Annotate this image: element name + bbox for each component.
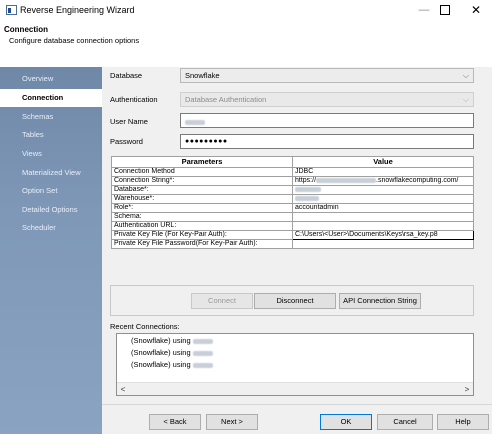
param-name: Role*:	[111, 203, 293, 213]
chevron-down-icon: ⌵	[462, 95, 469, 104]
api-connection-string-button[interactable]: API Connection String	[339, 293, 421, 309]
param-name: Database*:	[111, 185, 293, 195]
param-value[interactable]: C:\Users\<User>\Documents\Keys\rsa_key.p…	[292, 230, 474, 240]
param-value[interactable]	[292, 185, 474, 195]
table-row[interactable]: Connection String*: https://.snowflakeco…	[111, 176, 474, 186]
title-bar: Reverse Engineering Wizard — ✕	[0, 0, 492, 22]
sidebar-item-materialized-view[interactable]: Materialized View	[0, 164, 102, 182]
database-select[interactable]: Snowflake ⌵	[180, 68, 474, 83]
param-name: Connection String*:	[111, 176, 293, 186]
param-value[interactable]: JDBC	[292, 167, 474, 177]
sidebar-item-detailed-options[interactable]: Detailed Options	[0, 201, 102, 219]
password-label: Password	[110, 137, 143, 146]
list-item[interactable]: (Snowflake) using	[131, 348, 213, 357]
table-row[interactable]: Role*: accountadmin	[111, 203, 474, 213]
param-name: Schema:	[111, 212, 293, 222]
footer-divider	[102, 404, 492, 405]
sidebar-item-connection[interactable]: Connection	[0, 89, 102, 107]
help-button[interactable]: Help	[437, 414, 489, 430]
sidebar-item-tables[interactable]: Tables	[0, 126, 102, 144]
scroll-right-icon[interactable]: >	[461, 383, 473, 396]
table-row[interactable]: Connection Method JDBC	[111, 167, 474, 177]
param-value[interactable]: https://.snowflakecomputing.com/	[292, 176, 474, 186]
table-row[interactable]: Schema:	[111, 212, 474, 222]
next-button[interactable]: Next >	[206, 414, 258, 430]
table-row[interactable]: Private Key File (For Key-Pair Auth): C:…	[111, 230, 474, 240]
sidebar-item-views[interactable]: Views	[0, 145, 102, 163]
username-label: User Name	[110, 117, 148, 126]
username-field[interactable]	[180, 113, 474, 128]
ok-button[interactable]: OK	[320, 414, 372, 430]
close-button[interactable]: ✕	[466, 2, 486, 18]
disconnect-button[interactable]: Disconnect	[254, 293, 336, 309]
redacted-text	[316, 177, 377, 183]
table-row[interactable]: Warehouse*:	[111, 194, 474, 204]
scroll-left-icon[interactable]: <	[117, 383, 129, 396]
table-row[interactable]: Database*:	[111, 185, 474, 195]
sidebar-item-schemas[interactable]: Schemas	[0, 108, 102, 126]
parameters-grid: Parameters Value Connection Method JDBC …	[111, 156, 474, 249]
param-name: Authentication URL:	[111, 221, 293, 231]
param-value[interactable]	[292, 221, 474, 231]
sidebar-item-overview[interactable]: Overview	[0, 70, 102, 88]
page-subtitle: Configure database connection options	[9, 36, 140, 45]
page-title: Connection	[4, 25, 48, 34]
param-name: Private Key File (For Key-Pair Auth):	[111, 230, 293, 240]
redacted-text	[192, 362, 213, 368]
sidebar-item-option-set[interactable]: Option Set	[0, 182, 102, 200]
app-icon	[6, 5, 17, 15]
authentication-select[interactable]: Database Authentication ⌵	[180, 92, 474, 107]
maximize-button[interactable]	[440, 5, 450, 15]
chevron-down-icon: ⌵	[462, 71, 469, 80]
param-value[interactable]	[292, 239, 474, 249]
list-item[interactable]: (Snowflake) using	[131, 336, 213, 345]
header-parameters: Parameters	[111, 156, 293, 168]
redacted-text	[192, 338, 213, 344]
window-title: Reverse Engineering Wizard	[20, 5, 135, 15]
connect-button[interactable]: Connect	[191, 293, 253, 309]
database-label: Database	[110, 71, 143, 80]
wizard-sidebar: Overview Connection Schemas Tables Views…	[0, 67, 102, 434]
table-row[interactable]: Private Key File Password(For Key-Pair A…	[111, 239, 474, 249]
param-value[interactable]	[292, 212, 474, 222]
recent-connections-label: Recent Connections:	[110, 322, 180, 331]
back-button[interactable]: < Back	[149, 414, 201, 430]
param-name: Private Key File Password(For Key-Pair A…	[111, 239, 293, 249]
redacted-text	[295, 195, 319, 201]
param-name: Connection Method	[111, 167, 293, 177]
grid-header: Parameters Value	[111, 156, 474, 168]
horizontal-scrollbar[interactable]: < >	[117, 382, 473, 395]
table-row[interactable]: Authentication URL:	[111, 221, 474, 231]
redacted-text	[192, 350, 213, 356]
cancel-button[interactable]: Cancel	[377, 414, 433, 430]
password-field[interactable]: ●●●●●●●●●	[180, 134, 474, 149]
list-item[interactable]: (Snowflake) using	[131, 360, 213, 369]
database-value: Snowflake	[185, 71, 220, 80]
param-value[interactable]: accountadmin	[292, 203, 474, 213]
redacted-text	[185, 120, 205, 126]
param-name: Warehouse*:	[111, 194, 293, 204]
connection-actions-group: Connect Disconnect API Connection String	[110, 285, 474, 316]
param-value[interactable]	[292, 194, 474, 204]
authentication-value: Database Authentication	[185, 95, 267, 104]
header-value: Value	[292, 156, 474, 168]
sidebar-item-scheduler[interactable]: Scheduler	[0, 219, 102, 237]
authentication-label: Authentication	[110, 95, 158, 104]
redacted-text	[295, 186, 321, 192]
minimize-button[interactable]: —	[414, 2, 434, 18]
